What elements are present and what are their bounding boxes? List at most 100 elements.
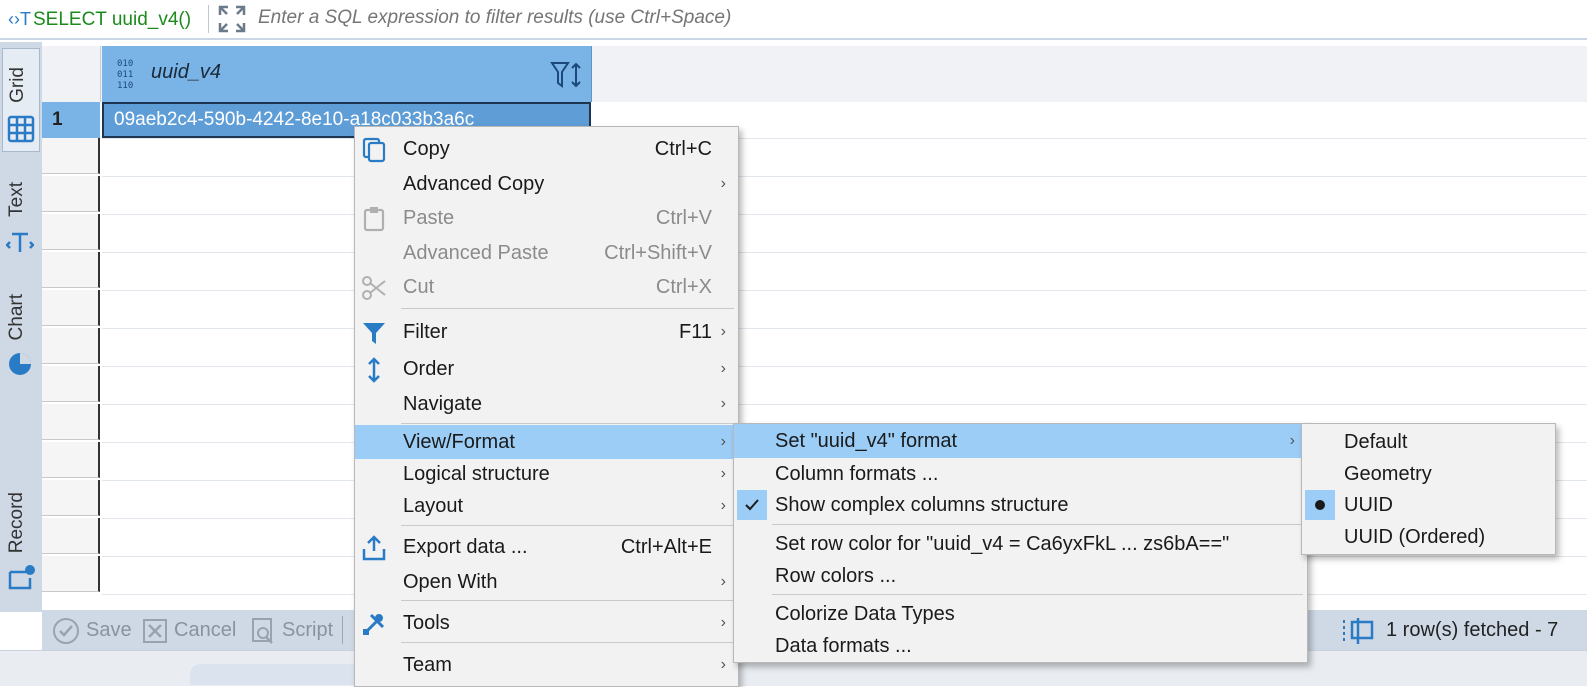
menu-label: Geometry [1344,463,1432,485]
menu-item-copy[interactable]: Copy Ctrl+C [355,132,738,166]
menu-item-team[interactable]: Team › [355,648,738,682]
submenu-arrow-icon: › [720,360,726,377]
menu-item-column-formats[interactable]: Column formats ... [734,457,1307,491]
menu-label: Set "uuid_v4" format [775,430,958,452]
menu-label: Team [403,654,452,676]
fetch-status: 1 row(s) fetched - 7 [1386,619,1559,641]
column-header-uuid-v4[interactable]: 010 011 110 uuid_v4 [102,46,592,102]
menu-item-layout[interactable]: Layout › [355,489,738,523]
menu-item-set-format[interactable]: Set "uuid_v4" format › [734,424,1307,458]
cancel-icon [143,618,167,643]
menu-label: Row colors ... [775,565,897,587]
row-number-empty [42,214,100,250]
menu-item-row-colors[interactable]: Row colors ... [734,559,1307,593]
tab-chart[interactable]: Chart [2,288,38,380]
context-menu: Copy Ctrl+C Advanced Copy › Paste Ctrl+V… [354,126,739,687]
fetch-rows-icon[interactable] [1342,616,1376,646]
menu-item-colorize-data-types[interactable]: Colorize Data Types [734,597,1307,631]
row-number-empty [42,366,100,402]
menu-item-format-uuid-ordered[interactable]: UUID (Ordered) [1302,520,1555,554]
menu-item-paste[interactable]: Paste Ctrl+V [355,201,738,235]
menu-label: Set row color for "uuid_v4 = Ca6yxFkL ..… [775,533,1230,555]
menu-label: Colorize Data Types [775,603,955,625]
menu-item-logical-structure[interactable]: Logical structure › [355,457,738,491]
menu-label: Export data ... [403,536,528,558]
menu-item-view-format[interactable]: View/Format › [355,425,738,459]
menu-shortcut: F11 [679,321,712,343]
tab-record-label: Record [6,492,27,554]
sql-text-icon: ‹›T [8,9,31,29]
script-label: Script [282,619,334,641]
tab-grid[interactable]: Grid [2,48,40,152]
svg-text:110: 110 [117,81,133,90]
toolbar-divider [208,5,209,33]
filter-icon [363,323,385,344]
menu-label: Cut [403,276,435,298]
menu-shortcut: Ctrl+C [654,138,712,160]
cancel-label: Cancel [174,619,237,641]
menu-label: UUID (Ordered) [1344,526,1486,548]
menu-item-format-geometry[interactable]: Geometry [1302,457,1555,491]
checkmark-icon [745,499,759,511]
sort-icon [368,357,380,383]
grid-icon [7,115,35,143]
script-button[interactable]: Script [250,614,333,646]
submenu-arrow-icon: › [720,323,726,340]
filter-sort-icon[interactable] [550,60,586,90]
menu-item-data-formats[interactable]: Data formats ... [734,629,1307,663]
menu-separator [401,642,734,643]
menu-item-order[interactable]: Order › [355,352,738,386]
menu-label: Data formats ... [775,635,912,657]
menu-item-export-data[interactable]: Export data ... Ctrl+Alt+E [355,530,738,564]
grid-line [102,404,1587,405]
menu-label: Show complex columns structure [775,494,1069,516]
menu-item-advanced-paste[interactable]: Advanced Paste Ctrl+Shift+V [355,236,738,270]
grid-line [102,138,1587,139]
row-number-empty [42,556,100,592]
tab-record[interactable]: Record [2,486,38,596]
expand-icon[interactable] [216,3,248,35]
radio-dot-icon [1315,500,1325,510]
menu-label: Column formats ... [775,463,939,485]
checkmark-circle-icon [53,617,79,644]
binary-type-icon: 010011110 [117,59,133,90]
menu-item-open-with[interactable]: Open With › [355,565,738,599]
grid-line [102,366,1587,367]
tab-grid-label: Grid [7,67,28,103]
menu-shortcut: Ctrl+V [655,207,712,229]
scissors-icon [362,276,386,300]
menu-label: Advanced Paste [403,242,549,264]
menu-item-advanced-copy[interactable]: Advanced Copy › [355,167,738,201]
sql-filter-input[interactable] [258,4,1558,32]
menu-item-show-complex-columns[interactable]: Show complex columns structure [734,488,1307,522]
menu-item-format-uuid[interactable]: UUID [1302,488,1555,522]
menu-item-set-row-color[interactable]: Set row color for "uuid_v4 = Ca6yxFkL ..… [734,527,1307,561]
menu-shortcut: Ctrl+Shift+V [604,242,712,264]
submenu-arrow-icon: › [720,175,726,192]
menu-label: Navigate [403,393,482,415]
save-button[interactable]: Save [52,614,132,646]
row-number[interactable]: 1 [42,102,100,138]
grid-corner [42,46,101,102]
submenu-arrow-icon: › [1289,432,1295,449]
sql-query-label[interactable]: ‹›T SELECT uuid_v4() [8,5,191,33]
submenu-arrow-icon: › [720,497,726,514]
cancel-button[interactable]: Cancel [142,614,236,646]
row-number-empty [42,138,100,174]
menu-item-navigate[interactable]: Navigate › [355,387,738,421]
radio-selected [1305,490,1335,520]
script-icon [252,617,273,644]
menu-item-filter[interactable]: Filter F11 › [355,315,738,349]
view-format-submenu: Set "uuid_v4" format › Column formats ..… [733,423,1308,663]
view-side-tabs: Grid Text Chart Record [0,42,42,612]
menu-item-cut[interactable]: Cut Ctrl+X [355,270,738,304]
row-number-empty [42,290,100,326]
sql-query-text: SELECT uuid_v4() [32,9,192,30]
paste-icon [363,207,385,232]
grid-line [102,176,1587,177]
menu-item-format-default[interactable]: Default [1302,425,1555,459]
menu-item-tools[interactable]: Tools › [355,606,738,640]
menu-separator [401,308,734,309]
tab-text[interactable]: Text [2,176,38,266]
menu-separator [401,423,734,424]
